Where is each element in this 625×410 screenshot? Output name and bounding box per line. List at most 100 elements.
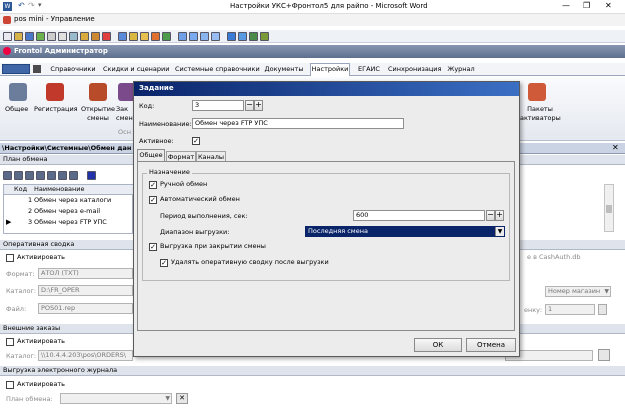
scroll-thumb[interactable] [606,205,612,213]
ejournal-plan-label: План обмена: [6,395,53,403]
delete-icon[interactable] [102,32,111,41]
help-icon[interactable] [227,32,236,41]
filter-icon[interactable] [47,171,56,180]
period-decrement-button[interactable]: − [486,210,495,221]
word-app-icon[interactable]: W [3,2,12,11]
ok-button[interactable]: ОК [414,338,462,352]
ribbon-button-open-shift[interactable]: Открытие смены [80,81,116,125]
quick-save-icon[interactable] [33,65,41,73]
find-icon[interactable] [58,32,67,41]
external-activate-checkbox[interactable] [6,338,14,346]
tab-documents[interactable]: Документы [264,64,304,75]
tools-icon[interactable] [260,32,269,41]
copy-icon[interactable] [80,32,89,41]
tab-egais[interactable]: ЕГАИС [354,64,384,75]
auto-exchange-checkbox[interactable]: ✓ [149,196,157,204]
code-decrement-button[interactable]: − [245,100,254,111]
window-list-icon[interactable] [200,32,209,41]
dialog-name-field[interactable]: Обмен через FTP УПС [192,118,404,129]
tab-discounts[interactable]: Скидки и сценарии [103,64,170,75]
tab-system-references[interactable]: Системные справочники [175,64,260,75]
calendar-icon[interactable] [151,32,160,41]
operative-file-label: Файл: [6,305,27,313]
dialog-title-bar[interactable]: Задание [134,82,519,96]
cancel-button[interactable]: Отмена [466,338,516,352]
maximize-button[interactable]: ❐ [583,1,590,10]
ribbon-button-activators[interactable]: Пакеты активаторы [520,81,561,125]
redo-icon[interactable]: ↷ [28,1,35,10]
period-field[interactable]: 600 [353,210,485,221]
ejournal-activate-label: Активировать [17,380,65,388]
folder-icon[interactable] [140,32,149,41]
lock-icon[interactable] [129,32,138,41]
operative-format-field[interactable]: АТОЛ (TXT) [38,268,133,279]
table-row[interactable]: 1 Обмен через каталоги [4,196,134,206]
operative-scroll-button[interactable] [598,304,607,315]
copy-record-icon[interactable] [25,171,34,180]
operative-file-field[interactable]: POS01.rep [38,303,133,314]
tab-settings[interactable]: Настройки [310,63,350,76]
close-button[interactable]: ✕ [605,1,612,10]
refresh-list-icon[interactable] [69,171,78,180]
range-chevron-down-icon[interactable]: ▼ [495,227,504,236]
user-icon[interactable] [118,32,127,41]
edit-icon[interactable] [14,171,23,180]
task-dialog: Задание Код: 3 − + Наименование: Обмен ч… [133,81,520,357]
new-icon[interactable] [3,32,12,41]
tab-journal[interactable]: Журнал [446,64,476,75]
code-increment-button[interactable]: + [254,100,263,111]
minimize-button[interactable]: — [562,1,570,10]
close-shift-checkbox[interactable]: ✓ [149,243,157,251]
ejournal-plan-field[interactable]: ▼ [60,393,172,404]
paste-icon[interactable] [91,32,100,41]
delete-summary-label: Удалять оперативную сводку после выгрузк… [171,258,329,266]
external-browse-button[interactable] [598,349,610,361]
stop-icon[interactable] [87,171,96,180]
table-row[interactable]: ▶ 3 Обмен через FTP УПС [4,218,134,228]
frontol-title: Frontol Администратор [14,47,108,55]
operative-catalog-field[interactable]: D:\FR_OPER [38,285,133,296]
external-activate-label: Активировать [17,337,65,345]
tab-references[interactable]: Справочники [50,64,96,75]
tab-sync[interactable]: Синхронизация [388,64,441,75]
window-cascade-icon[interactable] [189,32,198,41]
exchange-icon[interactable] [249,32,258,41]
delete-summary-checkbox[interactable]: ✓ [160,259,168,267]
table-scrollbar[interactable] [604,184,614,232]
quick-menu-button[interactable] [2,64,30,74]
operative-store-select[interactable]: Номер магазин ▼ [545,286,611,297]
ribbon-button-general[interactable]: Общее [3,81,33,125]
ejournal-activate-checkbox[interactable] [6,381,14,389]
undo-icon[interactable]: ↶ [18,1,25,10]
dialog-active-label: Активное: [139,137,174,145]
window-close-icon[interactable] [211,32,220,41]
save-icon[interactable] [25,32,34,41]
window-tile-icon[interactable] [178,32,187,41]
operative-right-field[interactable]: 1 [545,304,595,315]
delete-record-icon[interactable] [36,171,45,180]
frontol-logo-icon [3,47,11,55]
ribbon-label-open-shift: Открытие смены [80,105,116,122]
operative-activate-checkbox[interactable] [6,254,14,262]
refresh-icon[interactable] [36,32,45,41]
chart-icon[interactable] [162,32,171,41]
operative-right-label: енку: [524,306,543,314]
open-icon[interactable] [14,32,23,41]
dialog-code-field[interactable]: 3 [192,100,244,111]
customize-qat-icon[interactable]: ▾ [38,1,42,9]
ribbon-button-registration[interactable]: Регистрация [34,81,78,125]
print-icon[interactable] [47,32,56,41]
table-row[interactable]: 2 Обмен через e-mail [4,207,134,217]
add-icon[interactable] [3,171,12,180]
external-catalog-field[interactable]: \\10.4.4.203\pos\ORDERS\ [38,350,133,361]
period-increment-button[interactable]: + [495,210,504,221]
ejournal-clear-button[interactable]: ✕ [176,393,188,404]
info-icon[interactable] [238,32,247,41]
dialog-active-checkbox[interactable]: ✓ [192,137,200,145]
panel-close-icon[interactable]: ✕ [612,143,619,152]
manual-exchange-checkbox[interactable]: ✓ [149,181,157,189]
sort-icon[interactable] [58,171,67,180]
row-name: Обмен через каталоги [34,196,112,204]
cut-icon[interactable] [69,32,78,41]
range-select[interactable]: Последняя смена ▼ [305,226,505,237]
